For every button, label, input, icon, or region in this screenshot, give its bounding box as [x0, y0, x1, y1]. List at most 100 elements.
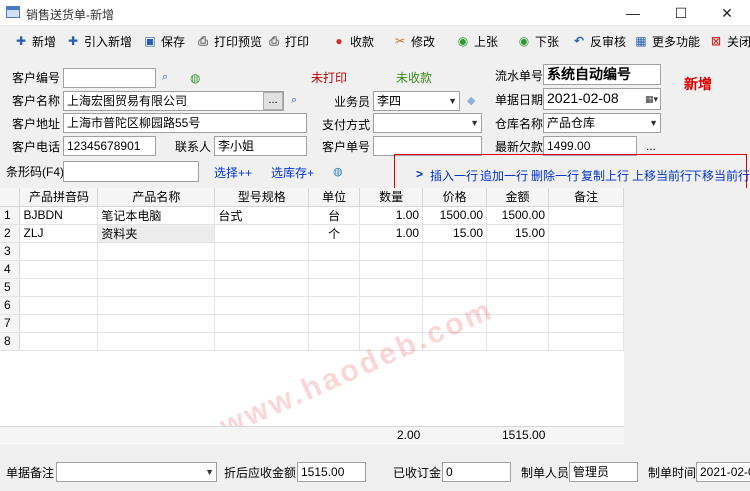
- close-button[interactable]: ⊠ 关闭: [709, 30, 750, 52]
- table-cell[interactable]: [422, 278, 488, 297]
- table-cell-selected[interactable]: 资料夹: [97, 224, 216, 243]
- table-cell[interactable]: 15.00: [422, 224, 488, 243]
- product-grid[interactable]: 产品拼音码 产品名称 型号规格 单位 数量 价格 金额 备注 1 BJBDN 笔…: [0, 188, 624, 444]
- table-cell[interactable]: [359, 296, 424, 315]
- table-cell[interactable]: [359, 278, 424, 297]
- table-cell[interactable]: [19, 260, 99, 279]
- table-cell[interactable]: [308, 242, 361, 261]
- customer-order-no-input[interactable]: [373, 136, 482, 156]
- copy-row-link[interactable]: 复制上行: [581, 167, 629, 184]
- column-header[interactable]: 数量: [359, 188, 424, 207]
- table-cell[interactable]: [359, 242, 424, 261]
- modify-button[interactable]: ✂ 修改: [393, 30, 435, 52]
- table-cell[interactable]: [19, 332, 99, 351]
- column-header[interactable]: 产品拼音码: [19, 188, 99, 207]
- column-header[interactable]: 产品名称: [97, 188, 216, 207]
- table-cell[interactable]: [486, 314, 550, 333]
- table-cell[interactable]: [359, 260, 424, 279]
- table-cell[interactable]: [97, 296, 216, 315]
- prev-button[interactable]: ◉ 上张: [456, 30, 498, 52]
- table-row[interactable]: 4: [0, 260, 624, 279]
- table-cell[interactable]: [486, 242, 550, 261]
- customer-picker-button[interactable]: ...: [263, 92, 283, 110]
- delete-row-link[interactable]: 删除一行: [531, 167, 579, 184]
- table-cell[interactable]: [548, 260, 624, 279]
- table-cell[interactable]: [214, 260, 310, 279]
- print-preview-button[interactable]: ⎙ 打印预览: [196, 30, 262, 52]
- doc-date-picker[interactable]: 2021-02-08 ▦▾: [543, 88, 661, 110]
- minimize-button[interactable]: —: [610, 0, 656, 26]
- print-button[interactable]: ⎙ 打印: [267, 30, 309, 52]
- close-window-button[interactable]: ✕: [704, 0, 750, 26]
- table-row[interactable]: 1 BJBDN 笔记本电脑 台式 台 1.00 1500.00 1500.00: [0, 206, 624, 225]
- table-cell[interactable]: 台式: [214, 206, 310, 225]
- column-header[interactable]: 备注: [548, 188, 624, 207]
- customer-name-input[interactable]: 上海宏图贸易有限公司 ...: [63, 91, 284, 111]
- table-cell[interactable]: [548, 242, 624, 261]
- save-button[interactable]: ▣ 保存: [143, 30, 185, 52]
- table-cell[interactable]: [19, 242, 99, 261]
- table-cell[interactable]: [214, 332, 310, 351]
- receive-button[interactable]: ● 收款: [332, 30, 374, 52]
- move-down-link[interactable]: 下移当前行: [690, 167, 750, 184]
- table-cell[interactable]: [486, 260, 550, 279]
- contact-input[interactable]: 李小姐: [214, 136, 307, 156]
- table-cell[interactable]: [308, 278, 361, 297]
- globe-icon[interactable]: ◍: [190, 71, 204, 85]
- table-cell[interactable]: [214, 278, 310, 297]
- select-link[interactable]: 选择++: [214, 164, 252, 181]
- import-new-button[interactable]: ✚ 引入新增: [66, 30, 132, 52]
- table-cell[interactable]: [359, 314, 424, 333]
- table-cell[interactable]: [486, 332, 550, 351]
- select-stock-link[interactable]: 选库存+: [271, 164, 314, 181]
- table-cell[interactable]: 1500.00: [486, 206, 550, 225]
- table-cell[interactable]: [308, 332, 361, 351]
- table-cell[interactable]: [548, 278, 624, 297]
- table-cell[interactable]: [97, 260, 216, 279]
- warehouse-select[interactable]: 产品仓库 ▼: [543, 113, 661, 133]
- calendar-icon[interactable]: ▦▾: [645, 90, 658, 108]
- table-cell[interactable]: [422, 314, 488, 333]
- table-cell[interactable]: [97, 314, 216, 333]
- customer-code-input[interactable]: [63, 68, 156, 88]
- eraser-icon[interactable]: ◆: [467, 94, 481, 108]
- search-icon[interactable]: ⌕: [162, 71, 176, 85]
- barcode-input[interactable]: [63, 161, 199, 182]
- customer-phone-input[interactable]: 12345678901: [63, 136, 156, 156]
- table-cell[interactable]: [214, 314, 310, 333]
- append-row-link[interactable]: 追加一行: [480, 167, 528, 184]
- table-cell[interactable]: 15.00: [486, 224, 550, 243]
- insert-row-link[interactable]: 插入一行: [430, 167, 478, 184]
- doc-remark-select[interactable]: ▼: [56, 462, 217, 482]
- table-cell[interactable]: [422, 260, 488, 279]
- table-cell[interactable]: [548, 332, 624, 351]
- table-cell[interactable]: [486, 296, 550, 315]
- more-button[interactable]: ▦ 更多功能: [634, 30, 700, 52]
- table-cell[interactable]: BJBDN: [19, 206, 99, 225]
- table-row[interactable]: 6: [0, 296, 624, 315]
- table-cell[interactable]: [486, 278, 550, 297]
- unaudit-button[interactable]: ↶ 反审核: [572, 30, 626, 52]
- table-cell[interactable]: [548, 314, 624, 333]
- table-cell[interactable]: [97, 242, 216, 261]
- table-cell[interactable]: [214, 224, 310, 243]
- table-cell[interactable]: 1.00: [359, 224, 424, 243]
- table-cell[interactable]: [359, 332, 424, 351]
- table-cell[interactable]: [97, 278, 216, 297]
- salesperson-select[interactable]: 李四 ▼: [373, 91, 460, 111]
- table-cell[interactable]: [548, 296, 624, 315]
- table-cell[interactable]: 1500.00: [422, 206, 488, 225]
- table-cell[interactable]: [214, 242, 310, 261]
- maximize-button[interactable]: ☐: [658, 0, 704, 26]
- table-cell[interactable]: [214, 296, 310, 315]
- table-cell[interactable]: [308, 260, 361, 279]
- search-icon[interactable]: ⌕: [291, 94, 305, 108]
- next-button[interactable]: ◉ 下张: [517, 30, 559, 52]
- table-row[interactable]: 5: [0, 278, 624, 297]
- table-cell[interactable]: [308, 296, 361, 315]
- table-row[interactable]: 7: [0, 314, 624, 333]
- table-cell[interactable]: ZLJ: [19, 224, 99, 243]
- new-button[interactable]: ✚ 新增: [14, 30, 56, 52]
- globe-icon[interactable]: ◍: [333, 165, 347, 179]
- table-row[interactable]: 2 ZLJ 资料夹 个 1.00 15.00 15.00: [0, 224, 624, 243]
